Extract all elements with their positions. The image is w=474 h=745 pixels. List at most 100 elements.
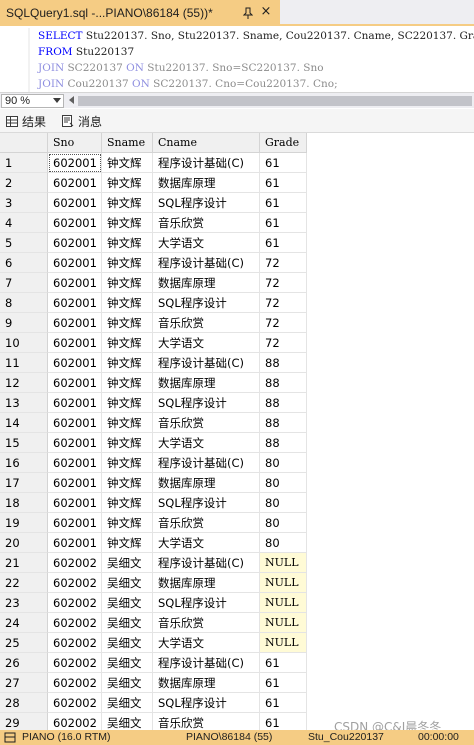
cell-sno[interactable]: 602001	[48, 493, 102, 513]
row-number[interactable]: 18	[0, 493, 48, 513]
cell-cname[interactable]: 程序设计基础(C)	[153, 253, 260, 273]
cell-grade[interactable]: 72	[260, 273, 307, 293]
row-number[interactable]: 3	[0, 193, 48, 213]
row-number[interactable]: 9	[0, 313, 48, 333]
cell-sno[interactable]: 602001	[48, 453, 102, 473]
table-row[interactable]: 22 602002 吴细文 数据库原理 NULL	[0, 573, 474, 593]
cell-sno[interactable]: 602002	[48, 593, 102, 613]
cell-sname[interactable]: 吴细文	[102, 553, 153, 573]
row-number[interactable]: 6	[0, 253, 48, 273]
cell-sname[interactable]: 吴细文	[102, 633, 153, 653]
row-number[interactable]: 19	[0, 513, 48, 533]
cell-sname[interactable]: 钟文辉	[102, 493, 153, 513]
row-number[interactable]: 8	[0, 293, 48, 313]
cell-cname[interactable]: 程序设计基础(C)	[153, 353, 260, 373]
row-number[interactable]: 17	[0, 473, 48, 493]
table-row[interactable]: 9 602001 钟文辉 音乐欣赏 72	[0, 313, 474, 333]
cell-grade[interactable]: 88	[260, 393, 307, 413]
scroll-left-icon[interactable]	[69, 96, 74, 104]
cell-grade[interactable]: 88	[260, 373, 307, 393]
cell-grade[interactable]: 61	[260, 693, 307, 713]
cell-cname[interactable]: SQL程序设计	[153, 493, 260, 513]
row-number[interactable]: 21	[0, 553, 48, 573]
tab-results[interactable]: 结果	[6, 109, 46, 133]
row-number[interactable]: 20	[0, 533, 48, 553]
cell-sno[interactable]: 602001	[48, 373, 102, 393]
cell-cname[interactable]: 音乐欣赏	[153, 413, 260, 433]
cell-cname[interactable]: 程序设计基础(C)	[153, 453, 260, 473]
table-row[interactable]: 12 602001 钟文辉 数据库原理 88	[0, 373, 474, 393]
cell-grade[interactable]: 61	[260, 653, 307, 673]
tab-messages[interactable]: 消息	[62, 109, 102, 133]
query-tab[interactable]: SQLQuery1.sql -...PIANO\86184 (55))* ×	[0, 0, 280, 26]
cell-sno[interactable]: 602001	[48, 433, 102, 453]
cell-cname[interactable]: 音乐欣赏	[153, 213, 260, 233]
cell-sno[interactable]: 602001	[48, 213, 102, 233]
row-number[interactable]: 29	[0, 713, 48, 730]
cell-grade[interactable]: 88	[260, 353, 307, 373]
row-number[interactable]: 7	[0, 273, 48, 293]
table-row[interactable]: 2 602001 钟文辉 数据库原理 61	[0, 173, 474, 193]
cell-cname[interactable]: 程序设计基础(C)	[153, 653, 260, 673]
table-row[interactable]: 5 602001 钟文辉 大学语文 61	[0, 233, 474, 253]
cell-sname[interactable]: 钟文辉	[102, 273, 153, 293]
cell-grade[interactable]: 80	[260, 533, 307, 553]
cell-sname[interactable]: 钟文辉	[102, 213, 153, 233]
cell-sno[interactable]: 602002	[48, 613, 102, 633]
cell-cname[interactable]: 数据库原理	[153, 473, 260, 493]
cell-sname[interactable]: 钟文辉	[102, 353, 153, 373]
table-row[interactable]: 1 602001 钟文辉 程序设计基础(C) 61	[0, 153, 474, 173]
table-row[interactable]: 25 602002 吴细文 大学语文 NULL	[0, 633, 474, 653]
cell-sno[interactable]: 602001	[48, 153, 102, 173]
cell-sno[interactable]: 602002	[48, 573, 102, 593]
cell-sname[interactable]: 钟文辉	[102, 513, 153, 533]
cell-sno[interactable]: 602001	[48, 333, 102, 353]
cell-sname[interactable]: 吴细文	[102, 593, 153, 613]
cell-sno[interactable]: 602002	[48, 673, 102, 693]
row-number[interactable]: 24	[0, 613, 48, 633]
cell-grade[interactable]: NULL	[260, 553, 307, 573]
cell-grade[interactable]: 61	[260, 213, 307, 233]
cell-sno[interactable]: 602001	[48, 293, 102, 313]
cell-sno[interactable]: 602001	[48, 313, 102, 333]
cell-cname[interactable]: 音乐欣赏	[153, 313, 260, 333]
table-row[interactable]: 7 602001 钟文辉 数据库原理 72	[0, 273, 474, 293]
cell-cname[interactable]: 大学语文	[153, 333, 260, 353]
row-number[interactable]: 13	[0, 393, 48, 413]
table-row[interactable]: 18 602001 钟文辉 SQL程序设计 80	[0, 493, 474, 513]
table-row[interactable]: 28 602002 吴细文 SQL程序设计 61	[0, 693, 474, 713]
cell-grade[interactable]: 80	[260, 473, 307, 493]
cell-cname[interactable]: 数据库原理	[153, 173, 260, 193]
cell-cname[interactable]: SQL程序设计	[153, 693, 260, 713]
cell-cname[interactable]: 音乐欣赏	[153, 613, 260, 633]
cell-sname[interactable]: 吴细文	[102, 693, 153, 713]
cell-grade[interactable]: NULL	[260, 613, 307, 633]
cell-cname[interactable]: 数据库原理	[153, 273, 260, 293]
cell-sname[interactable]: 钟文辉	[102, 313, 153, 333]
cell-cname[interactable]: 数据库原理	[153, 673, 260, 693]
cell-grade[interactable]: 72	[260, 313, 307, 333]
row-number[interactable]: 2	[0, 173, 48, 193]
row-number[interactable]: 23	[0, 593, 48, 613]
cell-grade[interactable]: 72	[260, 333, 307, 353]
table-row[interactable]: 23 602002 吴细文 SQL程序设计 NULL	[0, 593, 474, 613]
cell-sname[interactable]: 吴细文	[102, 713, 153, 730]
cell-sname[interactable]: 钟文辉	[102, 173, 153, 193]
cell-cname[interactable]: 大学语文	[153, 633, 260, 653]
column-header-grade[interactable]: Grade	[260, 133, 307, 153]
row-number[interactable]: 1	[0, 153, 48, 173]
cell-grade[interactable]: NULL	[260, 593, 307, 613]
table-row[interactable]: 26 602002 吴细文 程序设计基础(C) 61	[0, 653, 474, 673]
cell-cname[interactable]: SQL程序设计	[153, 393, 260, 413]
cell-sno[interactable]: 602001	[48, 533, 102, 553]
cell-sname[interactable]: 钟文辉	[102, 393, 153, 413]
cell-sno[interactable]: 602001	[48, 413, 102, 433]
table-row[interactable]: 8 602001 钟文辉 SQL程序设计 72	[0, 293, 474, 313]
cell-cname[interactable]: 数据库原理	[153, 573, 260, 593]
cell-grade[interactable]: 61	[260, 673, 307, 693]
cell-grade[interactable]: 88	[260, 433, 307, 453]
row-number[interactable]: 22	[0, 573, 48, 593]
cell-sname[interactable]: 钟文辉	[102, 413, 153, 433]
cell-sname[interactable]: 钟文辉	[102, 233, 153, 253]
row-number[interactable]: 5	[0, 233, 48, 253]
